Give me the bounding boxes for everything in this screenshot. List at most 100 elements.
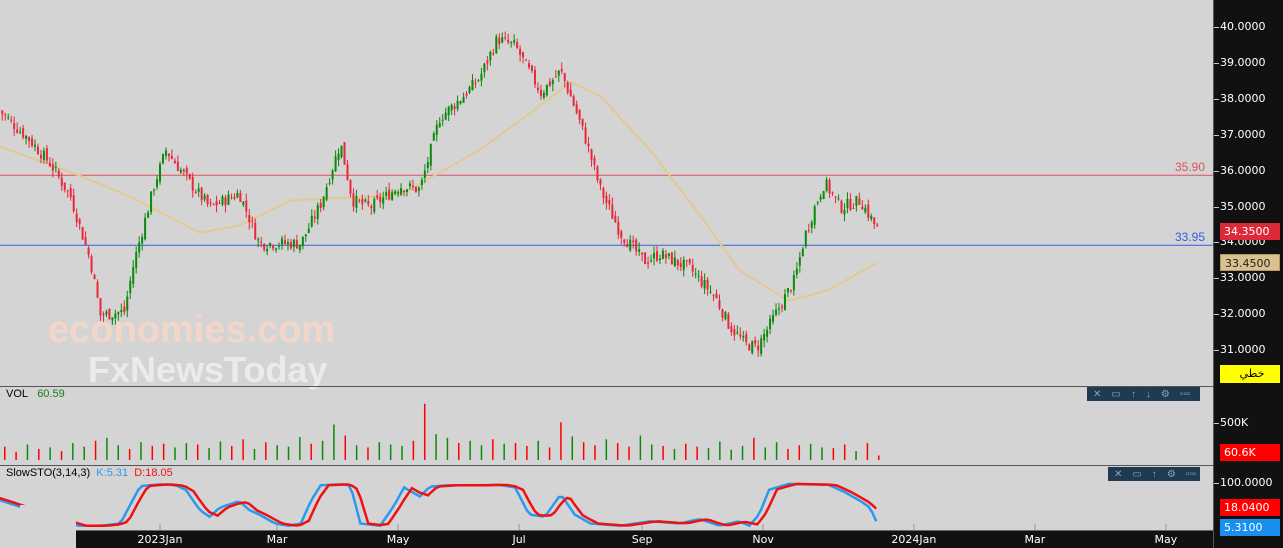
more-icon[interactable]: ▫▫▫ [1180, 389, 1191, 400]
candle-body [25, 135, 28, 139]
volume-label: VOL [6, 388, 29, 400]
arrow-down-icon[interactable]: ↓ [1146, 389, 1151, 400]
candle-body [825, 179, 828, 191]
candle-body [126, 296, 129, 311]
candle-body [525, 59, 528, 61]
time-axis[interactable]: 2023Jan Mar May Jul Sep Nov 2024Jan Mar May [76, 530, 1213, 548]
candle-body [536, 87, 539, 91]
candle-body [462, 96, 465, 103]
volume-bar [26, 444, 29, 460]
arrow-up-icon[interactable]: ↑ [1131, 389, 1136, 400]
candle-body [1, 110, 4, 115]
candle-body [406, 189, 409, 192]
candle-body [792, 274, 795, 291]
candle-body [397, 191, 400, 194]
stochastic-panel-toolbar: ✕ ▭ ↑ ⚙ ▫▫▫ [1108, 467, 1200, 481]
volume-bar [446, 437, 449, 460]
candle-body [200, 187, 203, 201]
candle-body [129, 280, 132, 294]
volume-bar [140, 442, 142, 460]
volume-bar [299, 437, 301, 460]
candle-body [352, 193, 355, 207]
candle-body [370, 206, 373, 209]
candle-body [239, 193, 242, 202]
chart-canvas[interactable]: economies.comFxNewsToday [0, 0, 1213, 530]
candle-body [629, 239, 632, 251]
time-tick: May [386, 533, 410, 546]
candle-body [349, 180, 352, 194]
candle-body [870, 216, 873, 220]
candle-body [269, 243, 272, 246]
candle-body [587, 143, 590, 147]
candle-body [159, 163, 161, 182]
candle-body [22, 128, 25, 138]
volume-bar [537, 440, 539, 460]
candle-body [641, 252, 644, 255]
more-icon[interactable]: ▫▫▫ [1186, 469, 1197, 480]
gear-icon[interactable]: ⚙ [1161, 389, 1170, 400]
volume-value: 60.59 [37, 388, 65, 400]
candle-body [658, 258, 661, 261]
volume-bar [582, 442, 585, 460]
maximize-icon[interactable]: ▭ [1111, 389, 1120, 400]
candle-body [263, 244, 266, 250]
volume-bar [4, 446, 6, 460]
candle-body [551, 80, 554, 85]
candle-body [322, 196, 325, 208]
candle-body [840, 200, 843, 213]
volume-bar [469, 440, 471, 460]
volume-bar [208, 448, 210, 460]
candle-body [69, 188, 72, 198]
candle-body [150, 191, 153, 213]
arrow-up-icon[interactable]: ↑ [1152, 469, 1157, 480]
chart-type-button[interactable]: خطي [1220, 365, 1280, 383]
candle-body [209, 202, 212, 204]
volume-bar [492, 439, 494, 460]
candle-body [798, 257, 801, 266]
candle-body [623, 239, 626, 243]
candle-body [54, 167, 57, 169]
candle-body [718, 300, 721, 309]
candle-body [161, 154, 164, 164]
volume-last-badge: 60.6K [1220, 444, 1280, 461]
close-icon[interactable]: ✕ [1093, 389, 1101, 400]
candle-body [188, 174, 191, 179]
candle-body [465, 93, 468, 96]
panel-divider[interactable] [0, 465, 1213, 466]
candle-body [289, 241, 292, 249]
volume-bar [401, 445, 403, 460]
candle-body [772, 315, 775, 322]
candle-body [679, 263, 682, 268]
candle-body [828, 180, 831, 194]
candle-body [516, 41, 519, 49]
volume-bar [49, 447, 51, 460]
candle-body [230, 196, 233, 198]
candle-body [483, 63, 486, 73]
volume-bar [798, 445, 801, 460]
candle-body [87, 247, 90, 255]
volume-bar [265, 442, 267, 460]
candle-body [301, 236, 304, 246]
candle-body [123, 306, 126, 313]
candle-body [420, 179, 423, 185]
close-icon[interactable]: ✕ [1114, 469, 1122, 480]
maximize-icon[interactable]: ▭ [1132, 469, 1141, 480]
candle-body [608, 199, 611, 205]
gear-icon[interactable]: ⚙ [1167, 469, 1176, 480]
price-axis[interactable]: 40.0000 39.0000 38.0000 37.0000 36.0000 35.00… [1213, 0, 1283, 548]
candle-body [51, 164, 54, 171]
time-tick: May [1154, 533, 1178, 546]
ma-value-badge: 33.4500 [1220, 254, 1280, 271]
stochastic-axis-tick: 100.0000 [1214, 476, 1273, 489]
volume-bar [174, 447, 176, 460]
candle-body [281, 238, 284, 245]
price-tick: 40.0000 [1214, 20, 1266, 33]
candle-body [667, 253, 670, 256]
candle-body [260, 241, 263, 243]
panel-divider[interactable] [0, 386, 1213, 387]
stochastic-k-badge: 5.3100 [1220, 519, 1280, 536]
candle-body [179, 169, 182, 173]
volume-bar [378, 442, 381, 460]
candle-body [206, 194, 209, 205]
candle-body [99, 298, 102, 316]
